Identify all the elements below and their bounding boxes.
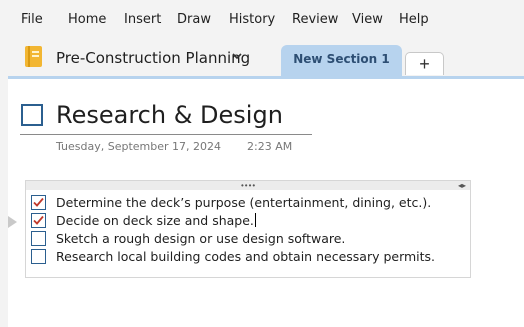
notebook-icon [25,46,42,67]
drag-grip-icon[interactable]: •••• [241,182,256,190]
tab-new-section-1[interactable]: New Section 1 [281,45,402,76]
list-item: Research local building codes and obtain… [29,248,469,266]
menu-help[interactable]: Help [399,12,429,27]
page-canvas[interactable]: Research & Design Tuesday, September 17,… [8,76,524,327]
menu-view[interactable]: View [352,12,383,27]
menu-review[interactable]: Review [292,12,338,27]
menu-file[interactable]: File [21,12,43,27]
todo-checkbox[interactable] [31,231,46,246]
note-container-handle[interactable]: •••• ◂▸ [26,181,470,190]
todo-text-content: Decide on deck size and shape. [56,213,254,228]
page-time: 2:23 AM [247,140,293,153]
todo-text[interactable]: Decide on deck size and shape. [56,213,256,228]
notebook-name[interactable]: Pre-Construction Planning [56,49,250,67]
title-divider [20,134,312,135]
todo-checkbox[interactable] [31,249,46,264]
list-item: Decide on deck size and shape. [29,212,469,230]
list-item: Determine the deck’s purpose (entertainm… [29,194,469,212]
menu-history[interactable]: History [229,12,275,27]
page-date: Tuesday, September 17, 2024 [56,140,222,153]
add-section-button[interactable]: + [405,52,444,75]
text-caret [254,213,256,227]
menu-insert[interactable]: Insert [124,12,161,27]
notebook-bar: Pre-Construction Planning New Section 1 … [0,40,524,76]
checkmark-icon [33,197,44,207]
note-container[interactable]: •••• ◂▸ Determine the deck’s purpose (en… [25,180,471,278]
menu-home[interactable]: Home [68,12,106,27]
todo-checkbox[interactable] [31,213,46,228]
todo-checkbox[interactable] [31,195,46,210]
menu-bar: File Home Insert Draw History Review Vie… [0,0,524,40]
menu-draw[interactable]: Draw [177,12,211,27]
checkmark-icon [33,215,44,225]
title-checkbox-icon [21,104,43,126]
todo-text[interactable]: Determine the deck’s purpose (entertainm… [56,195,431,210]
paragraph-handle-icon[interactable] [8,216,17,228]
chevron-down-icon[interactable] [230,49,244,63]
page-title[interactable]: Research & Design [56,101,283,129]
todo-text[interactable]: Sketch a rough design or use design soft… [56,231,345,246]
list-item: Sketch a rough design or use design soft… [29,230,469,248]
todo-text[interactable]: Research local building codes and obtain… [56,249,435,264]
resize-arrows-icon[interactable]: ◂▸ [458,181,466,190]
